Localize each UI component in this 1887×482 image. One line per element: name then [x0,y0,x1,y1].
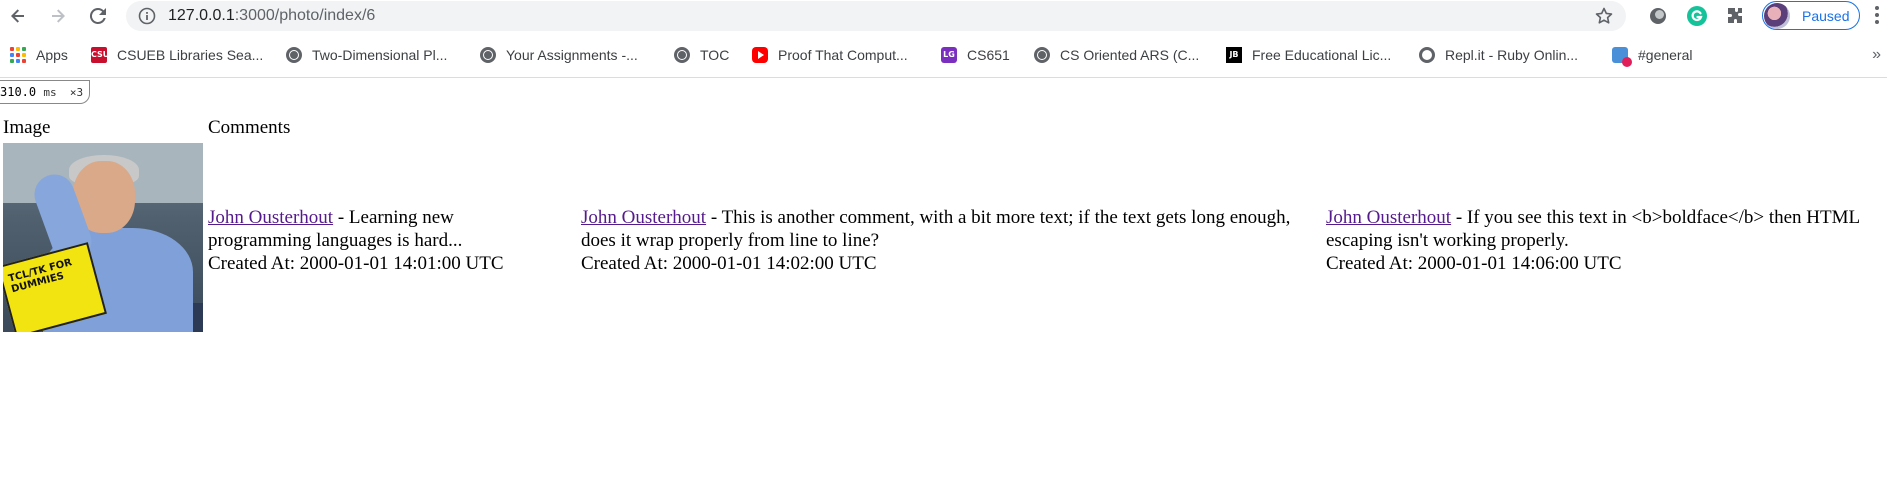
bookmark-label: CS Oriented ARS (C... [1060,47,1200,63]
reload-button[interactable] [86,4,110,28]
comment-created-at: Created At: 2000-01-01 14:06:00 UTC [1326,253,1622,274]
timing-unit: ms [43,86,57,99]
bookmark-general[interactable]: #general [1612,44,1693,67]
comment-item: John Ousterhout - If you see this text i… [1326,206,1886,275]
photo-image: TCL/TK FOR DUMMIES [3,143,203,332]
bookmark-label: CSUEB Libraries Sea... [117,47,264,63]
avatar [1764,2,1790,29]
reload-icon [89,7,106,24]
puzzle-extensions-icon[interactable] [1724,5,1746,27]
jetbrains-icon: JB [1226,47,1242,63]
chat-badge-icon [1612,47,1632,67]
bookmark-label: CS651 [967,47,1010,63]
bookmark-label: Your Assignments -... [506,47,638,63]
bookmark-star-icon[interactable] [1594,6,1614,26]
bookmark-cs651[interactable]: LG CS651 [941,44,1010,66]
bookmark-label: TOC [700,47,730,63]
grammarly-icon[interactable] [1686,5,1708,27]
bookmark-label: Proof That Comput... [778,47,908,63]
comment-author-link[interactable]: John Ousterhout [1326,207,1451,228]
bookmark-free-educational-lic[interactable]: JB Free Educational Lic... [1226,44,1391,66]
bookmark-csueb-libraries[interactable]: CSU CSUEB Libraries Sea... [91,44,263,66]
profiler-timing-badge[interactable]: 310.0 ms ×3 [0,80,90,104]
youtube-icon [752,47,768,63]
timing-count: ×3 [69,86,84,99]
bookmark-label: Free Educational Lic... [1252,47,1392,63]
column-header-comments: Comments [208,117,291,138]
address-bar[interactable]: 127.0.0.1:3000/photo/index/6 [126,1,1626,31]
book-cover-text: TCL/TK FOR DUMMIES [7,257,74,296]
profile-paused-button[interactable]: Paused [1762,1,1860,30]
globe-icon [674,47,690,63]
browser-toolbar: 127.0.0.1:3000/photo/index/6 Paused [0,0,1887,32]
extension-circle-icon[interactable] [1647,5,1669,27]
forward-button[interactable] [46,4,70,28]
url-text: 127.0.0.1:3000/photo/index/6 [168,7,376,24]
column-header-image: Image [3,117,51,138]
comment-created-at: Created At: 2000-01-01 14:01:00 UTC [208,253,504,274]
comment-author-link[interactable]: John Ousterhout [208,207,333,228]
bookmark-label: Repl.it - Ruby Onlin... [1445,47,1579,63]
arrow-left-icon [11,9,24,23]
comment-item: John Ousterhout - Learning new programmi… [208,206,548,275]
bookmark-apps[interactable]: Apps [10,44,68,66]
menu-kebab-icon[interactable] [1872,6,1882,26]
csu-logo-icon: CSU [91,47,109,63]
comment-separator: - [333,207,349,228]
bookmark-two-dimensional[interactable]: Two-Dimensional Pl... [286,44,447,66]
globe-icon [480,47,496,63]
comment-separator: - [706,207,722,228]
bookmark-proof-that-comput[interactable]: Proof That Comput... [752,44,908,66]
bookmarks-bar: Apps CSU CSUEB Libraries Sea... Two-Dime… [0,34,1887,78]
more-bookmarks-chevron-icon[interactable]: » [1872,46,1881,64]
lg-logo-icon: LG [941,47,957,63]
apps-grid-icon [10,47,26,63]
bookmark-replit[interactable]: Repl.it - Ruby Onlin... [1419,44,1578,66]
back-button[interactable] [6,4,30,28]
replit-icon [1419,47,1435,63]
comment-author-link[interactable]: John Ousterhout [581,207,706,228]
comment-created-at: Created At: 2000-01-01 14:02:00 UTC [581,253,877,274]
bookmark-label: #general [1638,47,1693,63]
arrow-right-icon [52,9,65,23]
info-icon[interactable] [138,7,156,25]
timing-value: 310.0 [0,85,37,99]
bookmark-label: Apps [36,47,68,63]
bookmark-label: Two-Dimensional Pl... [312,47,448,63]
profile-status-label: Paused [1802,7,1850,24]
globe-icon [286,47,302,63]
bookmark-toc[interactable]: TOC [674,44,729,66]
comment-item: John Ousterhout - This is another commen… [581,206,1291,275]
bookmark-your-assignments[interactable]: Your Assignments -... [480,44,638,66]
globe-icon [1034,47,1050,63]
bookmark-cs-oriented-ars[interactable]: CS Oriented ARS (C... [1034,44,1199,66]
comment-separator: - [1451,207,1467,228]
